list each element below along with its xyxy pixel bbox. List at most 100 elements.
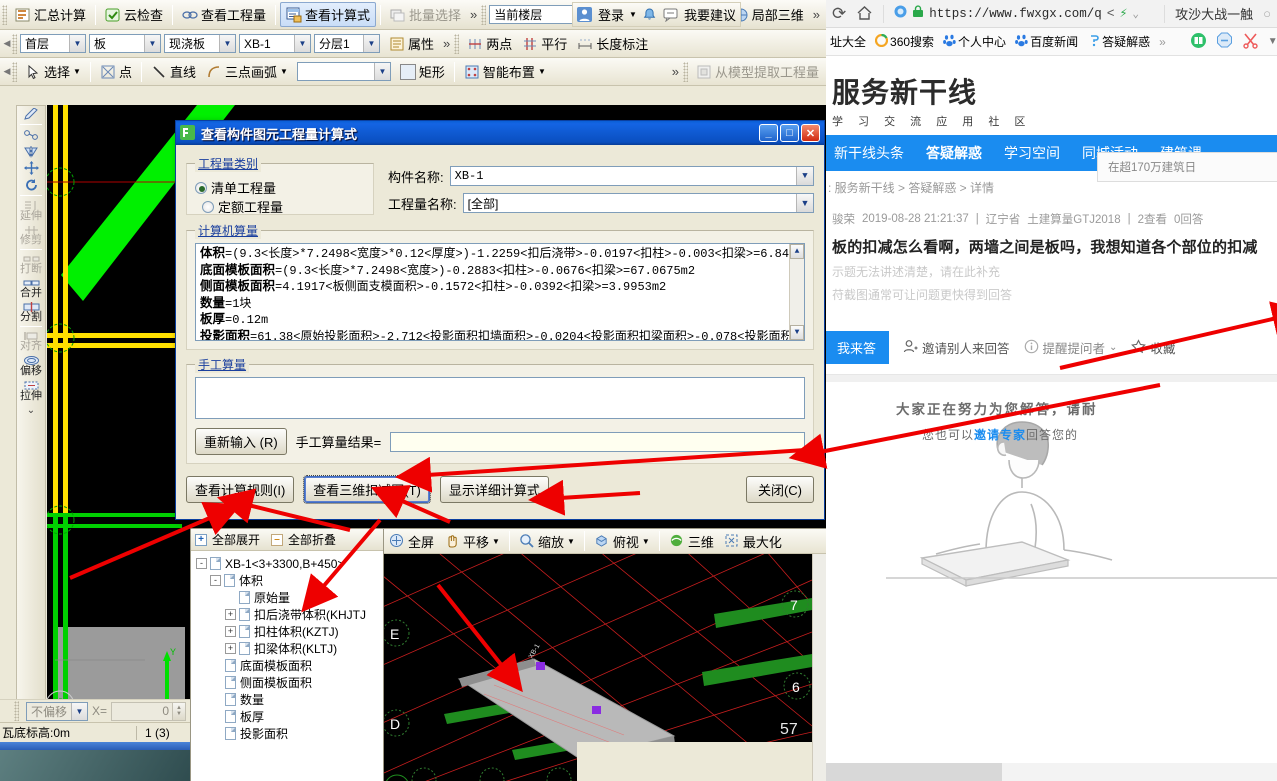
- dialog-title-bar[interactable]: 查看构件图元工程量计算式 _ □ ✕: [176, 121, 824, 145]
- tool-merge[interactable]: 合并: [17, 276, 45, 300]
- invite-others-button[interactable]: 邀请别人来回答: [903, 338, 1010, 357]
- collapse-all-label[interactable]: 全部折叠: [288, 531, 336, 548]
- chevron-down-icon[interactable]: ▼: [373, 63, 390, 80]
- suggest-label[interactable]: 我要建议: [684, 5, 736, 24]
- favorite-button[interactable]: 收藏: [1131, 338, 1175, 357]
- tree-toggle[interactable]: -: [196, 558, 207, 569]
- bookmark-qa[interactable]: 答疑解惑: [1087, 33, 1150, 50]
- extract-from-model-button[interactable]: 从模型提取工程量: [691, 60, 824, 83]
- quantity-name-select[interactable]: [全部] ▼: [462, 193, 814, 213]
- tree-node[interactable]: 板厚: [194, 708, 383, 725]
- chevron-down-icon[interactable]: ▼: [629, 10, 637, 19]
- chevron-down-icon[interactable]: ▼: [492, 537, 500, 546]
- share-icon[interactable]: <: [1107, 6, 1115, 21]
- tool-move[interactable]: [17, 159, 45, 176]
- viewer-fullscreen-button[interactable]: 全屏: [384, 530, 439, 553]
- tree-toggle[interactable]: -: [210, 575, 221, 586]
- shield-icon[interactable]: [894, 5, 907, 22]
- select-category[interactable]: 板 ▼: [89, 34, 161, 53]
- draw-toolbar-grip[interactable]: [12, 61, 17, 82]
- bell-icon[interactable]: [642, 7, 658, 23]
- tool-parallel[interactable]: 平行: [517, 32, 572, 55]
- tree-node[interactable]: 投影面积: [194, 725, 383, 742]
- tree-node[interactable]: - 体积: [194, 572, 383, 589]
- chevron-down-icon[interactable]: ▼: [144, 35, 160, 52]
- login-label[interactable]: 登录: [598, 5, 624, 24]
- chevron-down-icon[interactable]: ▼: [219, 35, 235, 52]
- extract-grip[interactable]: [682, 61, 688, 82]
- chevron-down-icon[interactable]: ▼: [280, 67, 288, 76]
- view-rules-button[interactable]: 查看计算规则(I): [186, 476, 295, 503]
- offset-mode-select[interactable]: 不偏移 ▼: [26, 701, 88, 721]
- manual-result-value[interactable]: [390, 431, 805, 452]
- dim-toolbar-grip[interactable]: [454, 33, 460, 54]
- tool-rect[interactable]: 矩形: [395, 60, 450, 83]
- x-value-input[interactable]: 0: [111, 701, 174, 721]
- x-value-stepper[interactable]: ▲ ▼: [173, 701, 187, 721]
- expand-all-label[interactable]: 全部展开: [212, 531, 260, 548]
- nav-item-study[interactable]: 学习空间: [1004, 143, 1060, 163]
- manual-calc-input[interactable]: [195, 377, 805, 419]
- scroll-up-arrow[interactable]: ▲: [790, 244, 804, 259]
- question-author[interactable]: 骏荣: [832, 211, 855, 227]
- bolt-icon[interactable]: ⚡: [1120, 6, 1128, 21]
- chevron-down-icon[interactable]: ▼: [294, 35, 310, 52]
- tree-toggle[interactable]: +: [225, 609, 236, 620]
- dialog-close-action-button[interactable]: 关闭(C): [746, 476, 814, 503]
- remind-asker-button[interactable]: 提醒提问者 ⌄: [1024, 338, 1117, 357]
- answer-button[interactable]: 我来答: [826, 331, 890, 364]
- bookmark-personal-center[interactable]: 个人中心: [943, 33, 1006, 50]
- block-icon[interactable]: [1216, 32, 1233, 52]
- bookmark-360-search[interactable]: 360搜索: [874, 33, 934, 50]
- tool-line[interactable]: 直线: [146, 60, 201, 83]
- toolbar-sum-calc[interactable]: 汇总计算: [10, 3, 91, 26]
- tool-select[interactable]: 选择 ▼: [20, 60, 86, 83]
- chevron-down-icon[interactable]: ▼: [796, 167, 813, 185]
- component-name-select[interactable]: XB-1 ▼: [449, 166, 814, 186]
- tree-node[interactable]: + 扣梁体积(KLTJ): [194, 640, 383, 657]
- show-detail-formula-button[interactable]: 显示详细计算式: [439, 476, 549, 503]
- book-icon[interactable]: [1190, 32, 1207, 52]
- toolbar-view-quantity[interactable]: 查看工程量: [177, 3, 271, 26]
- tool-split[interactable]: 分割: [17, 300, 45, 324]
- component-toolbar-grip[interactable]: [12, 33, 17, 54]
- browser-search-value[interactable]: 攻沙大战一触: [1175, 4, 1253, 23]
- viewer-maximize-button[interactable]: 最大化: [719, 530, 787, 553]
- toolbar-cloud-check[interactable]: 云检查: [100, 3, 168, 26]
- tool-point[interactable]: 点: [95, 60, 137, 83]
- tool-extend[interactable]: 延伸: [17, 198, 45, 223]
- radio-norm-quantity[interactable]: 定额工程量: [202, 197, 283, 216]
- chevron-down-icon[interactable]: ▼: [73, 67, 81, 76]
- tree-node[interactable]: 侧面模板面积: [194, 674, 383, 691]
- scroll-down-arrow[interactable]: ▼: [790, 325, 804, 340]
- tree-node[interactable]: + 扣柱体积(KZTJ): [194, 623, 383, 640]
- address-bar[interactable]: https://www.fwxgx.com/q < ⚡ ⌄: [894, 5, 1154, 22]
- viewer-zoom-button[interactable]: 缩放 ▼: [514, 530, 580, 553]
- search-icon[interactable]: ○: [1263, 6, 1271, 21]
- chevron-down-icon[interactable]: ▼: [363, 35, 379, 52]
- home-icon[interactable]: [856, 4, 873, 24]
- tool-brush[interactable]: [17, 106, 45, 122]
- tree-node[interactable]: 底面模板面积: [194, 657, 383, 674]
- chevron-down-icon[interactable]: ⌄: [1132, 7, 1139, 21]
- tool-measure[interactable]: [17, 127, 45, 143]
- tool-arc[interactable]: 三点画弧 ▼: [201, 60, 293, 83]
- tree-toggle[interactable]: +: [225, 643, 236, 654]
- option-bar-grip[interactable]: [14, 701, 19, 721]
- panel-collapse-icon[interactable]: ◀: [2, 38, 12, 49]
- tool-stretch[interactable]: 拉伸: [17, 378, 45, 403]
- component-toolbar-overflow[interactable]: »: [439, 36, 454, 51]
- formula-text-area[interactable]: 体积=(9.3<长度>*7.2498<宽度>*0.12<厚度>)-1.2259<…: [195, 243, 805, 341]
- viewer-top-view-button[interactable]: 俯视 ▼: [589, 530, 655, 553]
- bookmark-baidu-news[interactable]: 百度新闻: [1015, 33, 1078, 50]
- draw-toolbar-overflow[interactable]: »: [668, 64, 683, 79]
- expand-all-icon[interactable]: +: [195, 533, 207, 546]
- dialog-close-button[interactable]: ✕: [801, 124, 820, 142]
- nav-item-qa[interactable]: 答疑解惑: [926, 143, 982, 163]
- select-layer[interactable]: 分层1 ▼: [314, 34, 380, 53]
- tool-smart-place[interactable]: 智能布置 ▼: [459, 60, 551, 83]
- site-search-input[interactable]: 在超170万建筑日: [1097, 152, 1277, 182]
- chevron-down-icon[interactable]: ▼: [1268, 36, 1277, 47]
- collapse-all-icon[interactable]: –: [271, 533, 284, 546]
- toolbar-overflow-chevron[interactable]: »: [466, 7, 481, 22]
